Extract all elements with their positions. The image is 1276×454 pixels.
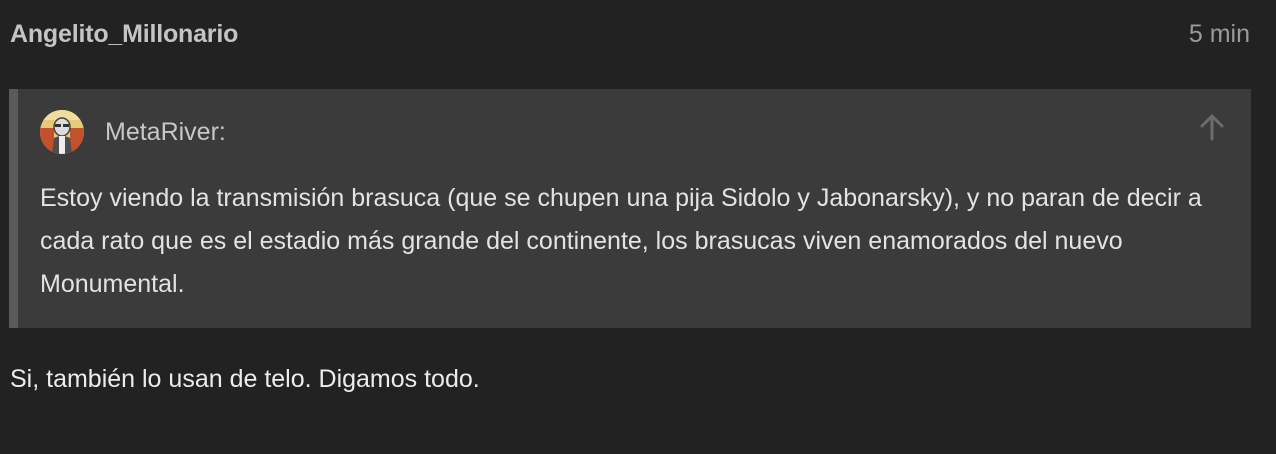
user-avatar-icon [40, 110, 84, 154]
post-date[interactable]: 5 min [1189, 20, 1250, 49]
forum-post: Angelito_Millonario 5 min MetaRiver: Est… [0, 0, 1276, 454]
post-author-name[interactable]: Angelito_Millonario [10, 20, 238, 49]
quote-text: Estoy viendo la transmisión brasuca (que… [40, 184, 1202, 298]
post-header: Angelito_Millonario 5 min [10, 16, 1250, 52]
post-body: Si, también lo usan de telo. Digamos tod… [10, 365, 480, 393]
quote-title: MetaRiver: [40, 109, 1231, 155]
arrow-up-icon[interactable] [1199, 113, 1225, 141]
quote-avatar[interactable] [40, 110, 84, 154]
quote-username[interactable]: MetaRiver: [105, 118, 226, 147]
quote-block: MetaRiver: Estoy viendo la transmisión b… [9, 89, 1251, 328]
